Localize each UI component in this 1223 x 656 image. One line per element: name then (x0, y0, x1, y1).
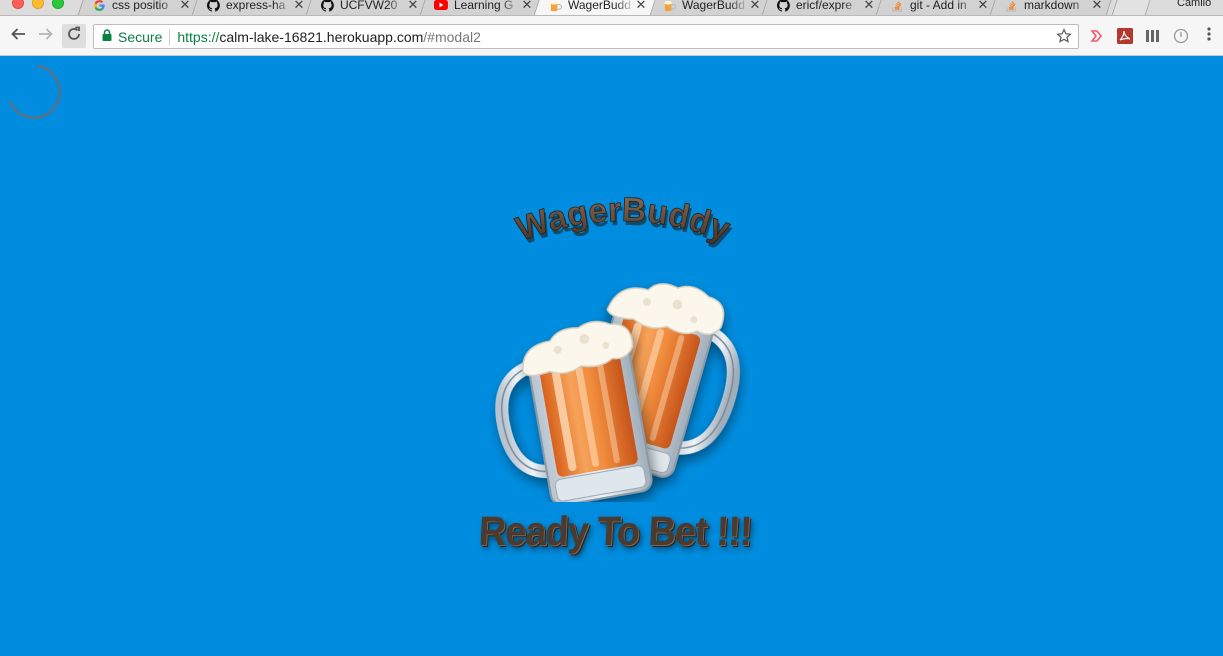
url-scheme: https:// (177, 28, 220, 45)
omnibox-separator (169, 28, 171, 45)
close-tab-icon[interactable]: ✕ (977, 0, 989, 12)
secure-label: Secure (118, 28, 163, 45)
extension-pdf-icon[interactable] (1116, 27, 1134, 45)
brand-title-text: WagerBuddy (511, 192, 735, 249)
extension-ghostery-icon[interactable] (1172, 27, 1190, 45)
close-tab-icon[interactable]: ✕ (635, 0, 647, 12)
tab-wagerbuddy[interactable]: WagerBudd ✕ (647, 0, 770, 15)
close-tab-icon[interactable]: ✕ (1091, 0, 1103, 12)
maximize-window-button[interactable] (52, 0, 64, 9)
tab-ericf-express[interactable]: ericf/expre ✕ (761, 0, 884, 15)
reload-icon (66, 26, 82, 47)
brand-logo-title: WagerBuddy WagerBuddy (511, 192, 737, 253)
close-tab-icon[interactable]: ✕ (407, 0, 419, 12)
browser-toolbar: Secure https:// calm-lake-16821.herokuap… (0, 16, 1223, 56)
new-tab-button[interactable] (1111, 0, 1151, 15)
tab-express-handlebars[interactable]: express-ha ✕ (191, 0, 314, 15)
page-viewport: WagerBuddy WagerBuddy Ready To Bet !!! (0, 56, 1223, 656)
url-path: /#modal2 (423, 28, 481, 45)
back-button[interactable] (6, 24, 30, 48)
tab-title: markdown (1023, 0, 1080, 12)
minimize-window-button[interactable] (32, 0, 44, 9)
tab-css-position[interactable]: css positio ✕ (77, 0, 200, 15)
youtube-icon (433, 0, 448, 12)
profile-button[interactable]: Camilo (1177, 0, 1223, 9)
arrow-right-icon (38, 26, 54, 47)
close-tab-icon[interactable]: ✕ (749, 0, 761, 12)
extension-library-icon[interactable] (1144, 27, 1162, 45)
close-tab-icon[interactable]: ✕ (293, 0, 305, 12)
tab-title: Learning G (453, 0, 514, 12)
tagline: Ready To Bet !!! (477, 509, 753, 555)
tab-title: git - Add in (909, 0, 967, 12)
svg-text:WagerBuddy: WagerBuddy (512, 192, 736, 249)
tab-title: WagerBudd (681, 0, 745, 12)
beer-icon (548, 0, 562, 12)
github-icon (776, 0, 790, 12)
arrow-left-icon (10, 26, 26, 47)
tab-git-add[interactable]: git - Add in ✕ (875, 0, 998, 15)
forward-button[interactable] (34, 24, 58, 48)
more-vertical-icon (1206, 26, 1212, 47)
extension-pushbullet-icon[interactable] (1088, 27, 1106, 45)
tab-ucfvw[interactable]: UCFVW20 ✕ (305, 0, 428, 15)
tab-list: css positio ✕ express-ha ✕ UCFVW20 ✕ Lea… (77, 0, 1151, 15)
url-host: calm-lake-16821.herokuapp.com (219, 28, 424, 45)
tab-title: WagerBudd (567, 0, 631, 12)
close-tab-icon[interactable]: ✕ (521, 0, 533, 12)
close-window-button[interactable] (12, 0, 24, 9)
tab-wagerbuddy-active[interactable]: WagerBudd ✕ (533, 0, 656, 15)
beer-mugs-illustration (495, 283, 740, 502)
github-icon (206, 0, 220, 12)
tab-title: UCFVW20 (339, 0, 398, 12)
loading-spinner-icon (6, 62, 66, 122)
close-tab-icon[interactable]: ✕ (863, 0, 875, 12)
reload-button[interactable] (62, 24, 86, 48)
window-controls (12, 0, 64, 9)
beer-icon (662, 0, 676, 12)
tab-title: css positio (111, 0, 169, 12)
address-bar[interactable]: Secure https:// calm-lake-16821.herokuap… (93, 24, 1079, 49)
tab-title: express-ha (225, 0, 286, 12)
close-tab-icon[interactable]: ✕ (179, 0, 191, 12)
stackoverflow-icon (1004, 0, 1018, 12)
browser-menu-button[interactable] (1200, 26, 1218, 47)
tab-markdown[interactable]: markdown ✕ (989, 0, 1112, 15)
tab-strip: css positio ✕ express-ha ✕ UCFVW20 ✕ Lea… (0, 0, 1223, 16)
google-icon (92, 0, 106, 12)
tab-title: ericf/expre (795, 0, 853, 12)
lock-icon (102, 28, 112, 46)
bookmark-star-icon[interactable] (1056, 28, 1072, 49)
tab-learning[interactable]: Learning G ✕ (419, 0, 542, 15)
github-icon (320, 0, 334, 12)
stackoverflow-icon (890, 0, 904, 12)
